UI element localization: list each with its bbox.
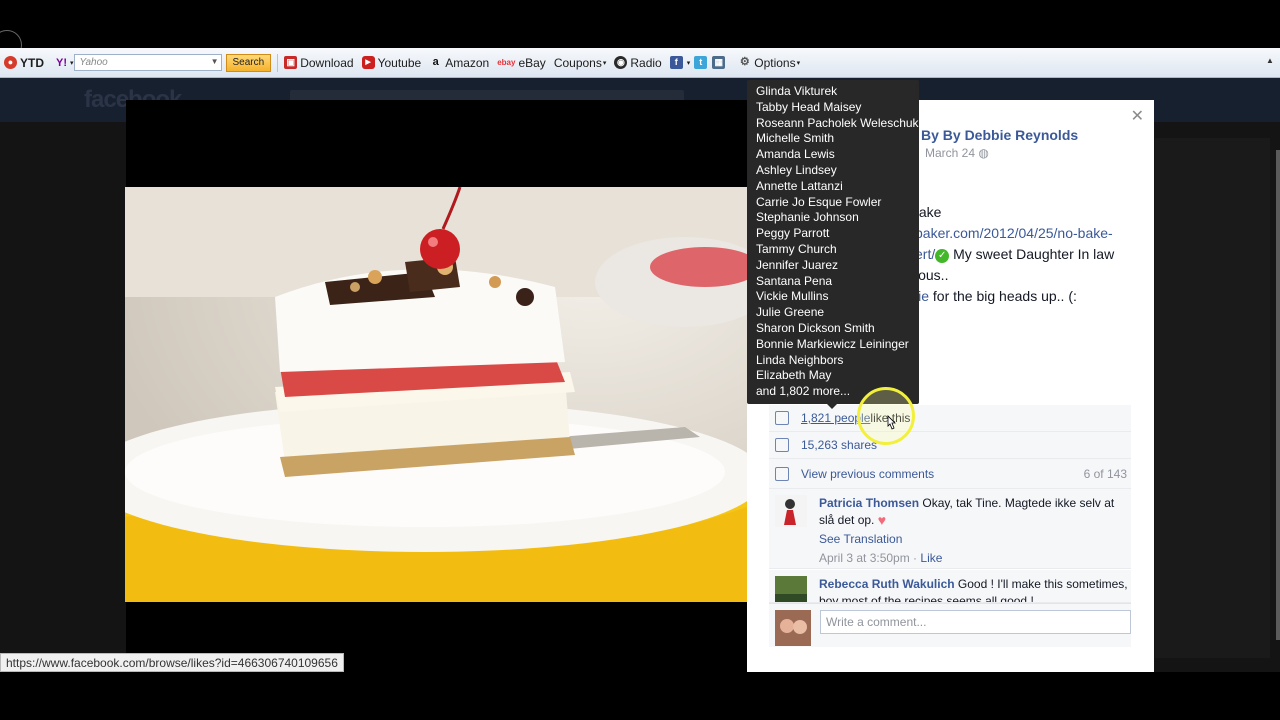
liker-name: Amanda Lewis (756, 147, 835, 162)
facebook-icon: f (669, 56, 683, 69)
chevron-down-icon: ▾ (686, 59, 691, 67)
status-bar-url: https://www.facebook.com/browse/likes?id… (0, 653, 344, 672)
liker-name: Annette Lattanzi (756, 178, 843, 193)
amazon-icon: a (432, 56, 439, 68)
amazon-button[interactable]: a Amazon (429, 56, 490, 70)
gear-icon: ⚙ (739, 56, 750, 68)
close-icon[interactable]: ✕ (1131, 106, 1144, 126)
comment-meta: April 3 at 3:50pm · Like (819, 551, 943, 565)
facebook-button[interactable]: f ▾ (669, 56, 691, 69)
liker-name: Vickie Mullins (756, 289, 829, 304)
post-photo[interactable] (125, 187, 747, 602)
yahoo-icon[interactable]: Y! (56, 57, 67, 69)
options-button[interactable]: ⚙ Options ▾ (738, 56, 800, 70)
liker-name: Stephanie Johnson (756, 210, 859, 225)
comment-author[interactable]: Patricia Thomsen (819, 496, 919, 510)
dessert-photo-image (125, 187, 747, 602)
download-button[interactable]: ▣ Download (284, 56, 354, 70)
liker-name: Santana Pena (756, 273, 833, 288)
liker-name: Bonnie Markiewicz Leininger (756, 336, 909, 351)
toolbar-extra-button[interactable]: ▦ (712, 56, 728, 69)
chevron-down-icon[interactable]: ▼ (211, 57, 219, 66)
likers-tooltip: Glinda Vikturek Tabby Head Maisey Roseann … (747, 80, 919, 409)
post-date[interactable]: March 24 ◍ (925, 146, 989, 160)
radio-button[interactable]: ◉ Radio (614, 56, 662, 70)
comment-count: 6 of 143 (1083, 466, 1127, 481)
tooltip-arrow (827, 404, 837, 409)
comment-like-link[interactable]: Like (920, 551, 942, 565)
liker-name: Linda Neighbors (756, 352, 844, 367)
comment-time[interactable]: April 3 at 3:50pm (819, 551, 910, 565)
post-body: take baker.com/2012/04/25/no-bake- ert/✓… (915, 204, 1115, 304)
ytd-icon: ● (4, 56, 17, 69)
chevron-down-icon: ▾ (602, 59, 607, 67)
share-icon (775, 438, 789, 452)
recipe-link[interactable]: baker.com/2012/04/25/no-bake- (915, 225, 1113, 241)
shares-link[interactable]: 15,263 shares (801, 438, 877, 452)
facebook-right-column (1155, 138, 1270, 658)
likers-list: Glinda Vikturek Tabby Head Maisey Roseann … (756, 84, 919, 400)
chevron-down-icon: ▾ (796, 59, 801, 67)
comment-item: Rebecca Ruth Wakulich Good ! I'll make t… (769, 570, 1131, 603)
view-previous-row: View previous comments 6 of 143 (769, 459, 1131, 489)
likes-row: 1,821 people like this. (769, 405, 1131, 432)
liker-name: Julie Greene (756, 305, 825, 320)
avatar[interactable] (775, 576, 807, 602)
globe-icon: ◍ (978, 146, 989, 160)
yahoo-search-input[interactable]: Yahoo ▼ (73, 54, 222, 71)
liker-name: Glinda Vikturek (756, 84, 838, 98)
page-scrollbar[interactable] (1276, 150, 1280, 640)
coupons-button[interactable]: Coupons ▾ (554, 56, 607, 70)
view-previous-comments-link[interactable]: View previous comments (801, 467, 934, 481)
thumbs-up-icon (775, 411, 789, 425)
liker-name: Peggy Parrott (756, 226, 830, 241)
twitter-icon: t (694, 56, 708, 69)
yahoo-search-button[interactable]: Search (225, 53, 272, 72)
write-comment-row: Write a comment... (769, 603, 1131, 647)
youtube-icon: ▶ (361, 56, 375, 69)
toolbar-scroll-icon[interactable]: ▲ (1266, 56, 1276, 66)
liker-name: Ashley Lindsey (756, 162, 837, 177)
radio-icon: ◉ (614, 56, 628, 69)
liker-name: Elizabeth May (756, 368, 832, 383)
liker-name: Tabby Head Maisey (756, 99, 862, 114)
ebay-button[interactable]: ebay eBay (497, 56, 546, 70)
liker-name: Roseann Pacholek Weleschuk (756, 115, 919, 130)
liker-name: Tammy Church (756, 241, 837, 256)
ebay-icon: ebay (497, 58, 516, 67)
toolbar-divider (277, 53, 279, 72)
download-icon: ▣ (284, 56, 298, 69)
liker-name: Michelle Smith (756, 131, 835, 146)
youtube-button[interactable]: ▶ Youtube (361, 56, 421, 70)
yahoo-search-box: Y! ▾ Yahoo ▼ Search (56, 53, 277, 72)
top-black-band (0, 0, 1280, 60)
grid-icon: ▦ (712, 56, 726, 69)
browser-toolbar: ● YTD Y! ▾ Yahoo ▼ Search ▣ Download ▶ Y… (0, 48, 1280, 78)
avatar[interactable] (775, 610, 811, 646)
heart-icon: ♥ (877, 512, 887, 528)
liker-name: Carrie Jo Esque Fowler (756, 194, 882, 209)
see-translation-link[interactable]: See Translation (819, 531, 1131, 548)
check-icon: ✓ (935, 249, 950, 263)
bottom-black-band (0, 672, 1280, 720)
hand-cursor-icon (887, 415, 896, 430)
comment-item: Patricia Thomsen Okay, tak Tine. Magtede… (769, 489, 1131, 569)
liker-name: Jennifer Juarez (756, 257, 839, 272)
comment-author[interactable]: Rebecca Ruth Wakulich (819, 577, 955, 591)
twitter-button[interactable]: t (694, 56, 710, 69)
ytd-button[interactable]: ● YTD (4, 56, 44, 70)
post-stats: 1,821 people like this. 15,263 shares Vi… (769, 405, 1131, 489)
comment-input[interactable]: Write a comment... (820, 610, 1131, 634)
liker-name: Sharon Dickson Smith (756, 320, 875, 335)
post-author[interactable]: By By Debbie Reynolds (921, 127, 1078, 143)
avatar[interactable] (775, 495, 807, 527)
comment-icon (775, 466, 789, 481)
shares-row: 15,263 shares (769, 432, 1131, 459)
